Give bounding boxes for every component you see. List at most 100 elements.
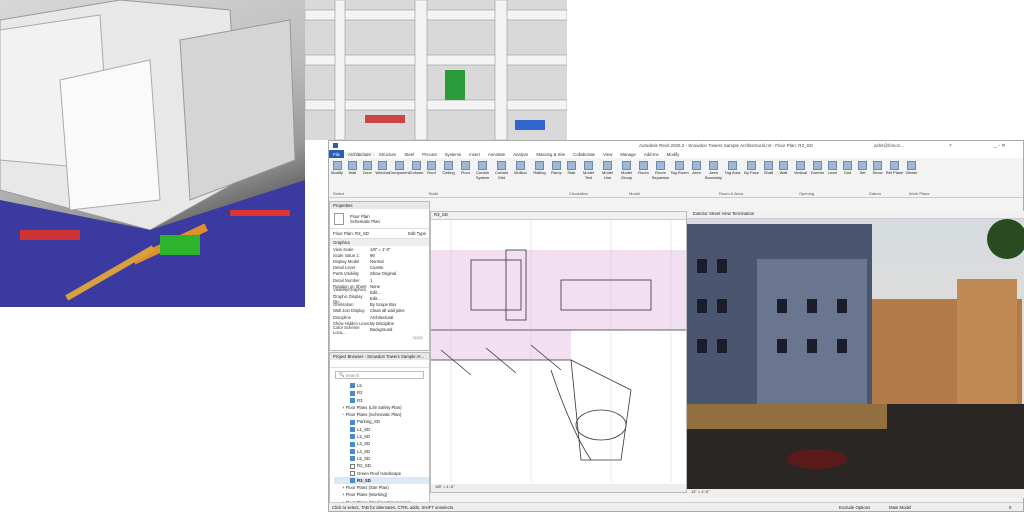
tab-r3-sd[interactable]: R3_SD [431, 212, 686, 220]
tab-steel[interactable]: Steel [400, 152, 418, 157]
tab-collaborate[interactable]: Collaborate [569, 152, 599, 157]
property-value[interactable]: Edit... [370, 296, 381, 301]
filter-count[interactable]: 0 [1009, 505, 1011, 510]
property-value[interactable]: Coarse [370, 265, 384, 270]
tool-level[interactable]: Level [825, 161, 840, 197]
browser-item[interactable]: + Floor Plans (Life Safety Plan) [334, 404, 429, 411]
tool-area[interactable]: Area [689, 161, 704, 197]
browser-item[interactable]: + Floor Plans (Working) [334, 491, 429, 498]
tool-mullion[interactable]: Mullion [511, 161, 530, 197]
tool-label: Mullion [514, 170, 527, 175]
property-name: Scale Value 1: [333, 252, 360, 258]
tool-ref-plane[interactable]: Ref Plane [885, 161, 904, 197]
browser-item[interactable]: − Floor Plans (Schematic Plan) [334, 411, 429, 418]
property-value[interactable]: Normal [370, 259, 384, 264]
ribbon-group-label[interactable]: Room & Area [719, 191, 743, 196]
tab-insert[interactable]: Insert [465, 152, 484, 157]
tab-massing-site[interactable]: Massing & Site [532, 152, 569, 157]
property-value[interactable]: By Scope Box [370, 302, 396, 307]
tool-door[interactable]: Door [360, 161, 375, 197]
tool-grid[interactable]: Grid [840, 161, 855, 197]
property-value[interactable]: 96 [370, 253, 375, 258]
tool-curtain-system[interactable]: Curtain System [473, 161, 492, 197]
modify-icon [332, 161, 342, 170]
tab-annotate[interactable]: Annotate [484, 152, 509, 157]
property-value[interactable]: 1/8" = 1'-0" [370, 247, 390, 252]
tool-room-separator[interactable]: Room Separator [651, 161, 670, 197]
user-account[interactable]: ashit@bimon... [874, 143, 904, 148]
property-value[interactable]: None [370, 284, 380, 289]
ribbon-group-label[interactable]: Select [333, 191, 344, 196]
tab-structure[interactable]: Structure [375, 152, 400, 157]
ribbon-group-label[interactable]: Circulation [569, 191, 588, 196]
property-value[interactable]: Clean all wall joins [370, 308, 404, 313]
browser-item-label: L2_SD [357, 434, 371, 440]
room-separator-icon [656, 161, 665, 170]
browser-item[interactable]: L3_SD [334, 440, 429, 447]
tab-architecture[interactable]: Architecture [343, 151, 375, 157]
ribbon-group-label[interactable]: Work Plane [909, 191, 930, 196]
property-value[interactable]: Architectural [370, 315, 393, 320]
browser-item[interactable]: L2_SD [334, 433, 429, 440]
photo-scale[interactable]: 12" = 1'-0" [687, 489, 1024, 498]
tool-column[interactable]: Column [409, 161, 424, 197]
tab-modify[interactable]: Modify [663, 152, 684, 157]
browser-item[interactable]: L4_SD [334, 448, 429, 455]
tool-by-face[interactable]: By Face [742, 161, 761, 197]
view-icon [350, 397, 355, 403]
tool-railing[interactable]: Railing [530, 161, 549, 197]
instance-selector[interactable]: Floor Plan: R3_SD [333, 231, 369, 236]
browser-item[interactable]: Parking_SD [334, 418, 429, 425]
property-value[interactable]: 1 [370, 278, 372, 283]
property-value[interactable]: By Discipline [370, 321, 394, 326]
tool-curtain-grid[interactable]: Curtain Grid [492, 161, 511, 197]
tool-shaft[interactable]: Shaft [761, 161, 776, 197]
exterior-view[interactable]: Exterior Street View Termination 12" = 1… [687, 211, 1024, 498]
property-value[interactable]: Show Original [370, 271, 396, 276]
tab-manage[interactable]: Manage [616, 152, 640, 157]
browser-item[interactable]: R2_SD [334, 462, 429, 469]
tool-floor[interactable]: Floor [458, 161, 473, 197]
tab-add-ins[interactable]: Add-Ins [640, 152, 663, 157]
tool-label: Window [375, 170, 390, 175]
exclude-options[interactable]: Exclude Options [839, 505, 870, 510]
tab-exterior-street-view[interactable]: Exterior Street View Termination [687, 211, 1024, 219]
active-model[interactable]: Main Model [889, 505, 911, 510]
tool-label: Floor [460, 170, 471, 175]
tool-component[interactable]: Component [389, 161, 410, 197]
tab-systems[interactable]: Systems [441, 152, 465, 157]
ribbon-group-label[interactable]: Datum [869, 191, 881, 196]
browser-item[interactable]: L1_SD [334, 426, 429, 433]
tool-wall[interactable]: Wall [345, 161, 360, 197]
tool-model-line[interactable]: Model Line [598, 161, 617, 197]
tab-view[interactable]: View [599, 152, 616, 157]
browser-search-input[interactable]: 🔍 Search [335, 371, 424, 379]
tab-file[interactable]: File [329, 150, 344, 158]
ribbon-group-label[interactable]: Opening [799, 191, 814, 196]
tool-tag-room[interactable]: Tag Room [670, 161, 689, 197]
browser-item[interactable]: Green Roof Hardscape [334, 470, 429, 477]
browser-item[interactable]: R3 [334, 397, 429, 404]
window-controls[interactable]: _ ▫ ✕ [994, 143, 1006, 149]
view-icon [350, 478, 355, 484]
browser-item[interactable]: L5 [334, 382, 429, 389]
tool-wall[interactable]: Wall [776, 161, 791, 197]
property-value[interactable]: Background [370, 327, 392, 332]
browser-item[interactable]: R3_SD [334, 476, 429, 485]
property-value[interactable]: Edit... [370, 290, 381, 295]
edit-type-button[interactable]: Edit Type [408, 231, 426, 236]
tab-precast[interactable]: Precast [418, 152, 441, 157]
tool-window[interactable]: Window [375, 161, 390, 197]
floor-plan-view[interactable]: R3_SD 1/8" = 1'-0" [430, 211, 687, 493]
ribbon-group-label[interactable]: Build [429, 191, 438, 196]
tab-analyze[interactable]: Analyze [509, 152, 532, 157]
browser-item[interactable]: + Floor Plans (Site Plan) [334, 484, 429, 491]
tool-ramp[interactable]: Ramp [549, 161, 564, 197]
help-button[interactable]: ? [949, 143, 952, 148]
tool-set[interactable]: Set [855, 161, 870, 197]
browser-item[interactable]: L5_SD [334, 455, 429, 462]
tool-ceiling[interactable]: Ceiling [439, 161, 458, 197]
ribbon-group-label[interactable]: Model [629, 191, 640, 196]
plan-scale[interactable]: 1/8" = 1'-0" [431, 484, 686, 492]
browser-item[interactable]: R2 [334, 389, 429, 396]
